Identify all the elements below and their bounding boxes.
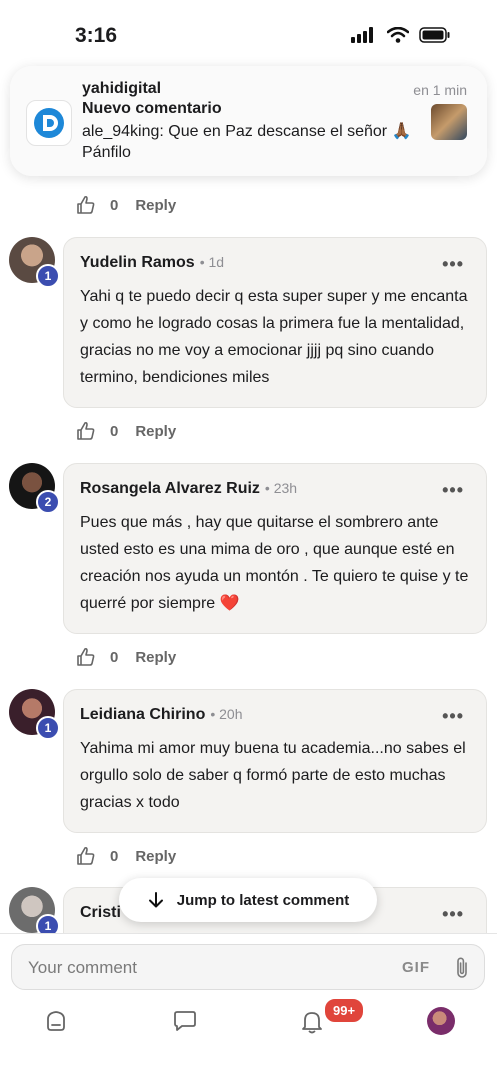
- notification-title: Nuevo comentario: [82, 100, 222, 117]
- attachment-icon[interactable]: [454, 956, 470, 980]
- home-icon[interactable]: [44, 1009, 68, 1033]
- like-icon[interactable]: [76, 421, 96, 441]
- battery-icon: [419, 27, 450, 43]
- comment-time: • 23h: [264, 480, 298, 496]
- comment-time: • 1d: [199, 254, 225, 270]
- like-icon[interactable]: [76, 195, 96, 215]
- reply-actions: 0 Reply: [76, 846, 176, 866]
- comment-author[interactable]: Leidiana Chirino: [80, 706, 205, 724]
- comment-card: Rosangela Alvarez Ruiz • 23h ••• Pues qu…: [63, 463, 487, 634]
- comment-author[interactable]: Rosangela Alvarez Ruiz: [80, 480, 260, 498]
- arrow-down-icon: [148, 892, 163, 908]
- reply-actions: 0 Reply: [76, 195, 176, 215]
- status-bar: 3:16: [0, 0, 497, 70]
- more-options-icon[interactable]: •••: [442, 254, 464, 275]
- reply-button[interactable]: Reply: [135, 649, 176, 666]
- push-notification[interactable]: yahidigital Nuevo comentario ale_94king:…: [10, 66, 487, 176]
- status-icons: [351, 27, 451, 43]
- comment-time: • 20h: [210, 706, 243, 722]
- like-count: 0: [110, 847, 119, 865]
- chat-icon[interactable]: [172, 1009, 198, 1033]
- bell-icon[interactable]: [300, 1009, 324, 1035]
- comment-text: Yahima mi amor muy buena tu academia...n…: [80, 740, 466, 811]
- notification-app-name: yahidigital: [82, 80, 162, 97]
- more-options-icon[interactable]: •••: [442, 480, 464, 501]
- comment-card: Yudelin Ramos • 1d ••• Yahi q te puedo d…: [63, 237, 487, 408]
- comment-author[interactable]: Yudelin Ramos: [80, 254, 195, 272]
- reply-actions: 0 Reply: [76, 421, 176, 441]
- gif-button[interactable]: GIF: [402, 959, 430, 976]
- like-icon[interactable]: [76, 846, 96, 866]
- wifi-icon: [387, 27, 409, 43]
- reply-actions: 0 Reply: [76, 647, 176, 667]
- notification-time: en 1 min: [413, 82, 467, 98]
- jump-label: Jump to latest comment: [176, 891, 350, 909]
- reply-button[interactable]: Reply: [135, 423, 176, 440]
- like-count: 0: [110, 648, 119, 666]
- comment-placeholder: Your comment: [28, 958, 137, 977]
- jump-to-latest-button[interactable]: Jump to latest comment: [119, 878, 377, 922]
- profile-avatar[interactable]: [427, 1007, 455, 1035]
- level-badge: 1: [36, 716, 60, 740]
- comment-text: Pues que más , hay que quitarse el sombr…: [80, 514, 469, 612]
- app-logo-icon: [26, 100, 72, 146]
- bottom-bar: Your comment GIF 99+: [0, 933, 497, 1081]
- cellular-signal-icon: [351, 27, 373, 43]
- reply-button[interactable]: Reply: [135, 197, 176, 214]
- comment-author[interactable]: Cristi: [80, 904, 121, 922]
- comment-card: Leidiana Chirino • 20h ••• Yahima mi amo…: [63, 689, 487, 833]
- level-badge: 1: [36, 264, 60, 288]
- like-count: 0: [110, 196, 119, 214]
- level-badge: 2: [36, 490, 60, 514]
- notification-body: ale_94king: Que en Paz descanse el señor…: [82, 123, 412, 161]
- reply-button[interactable]: Reply: [135, 848, 176, 865]
- comment-text: Yahi q te puedo decir q esta super super…: [80, 288, 468, 386]
- notification-thumbnail: [431, 104, 467, 140]
- status-time: 3:16: [75, 24, 118, 47]
- more-options-icon[interactable]: •••: [442, 706, 464, 727]
- more-options-icon[interactable]: •••: [442, 904, 464, 925]
- like-icon[interactable]: [76, 647, 96, 667]
- notification-count-badge: 99+: [323, 997, 366, 1024]
- comment-input[interactable]: Your comment GIF: [11, 944, 485, 990]
- like-count: 0: [110, 422, 119, 440]
